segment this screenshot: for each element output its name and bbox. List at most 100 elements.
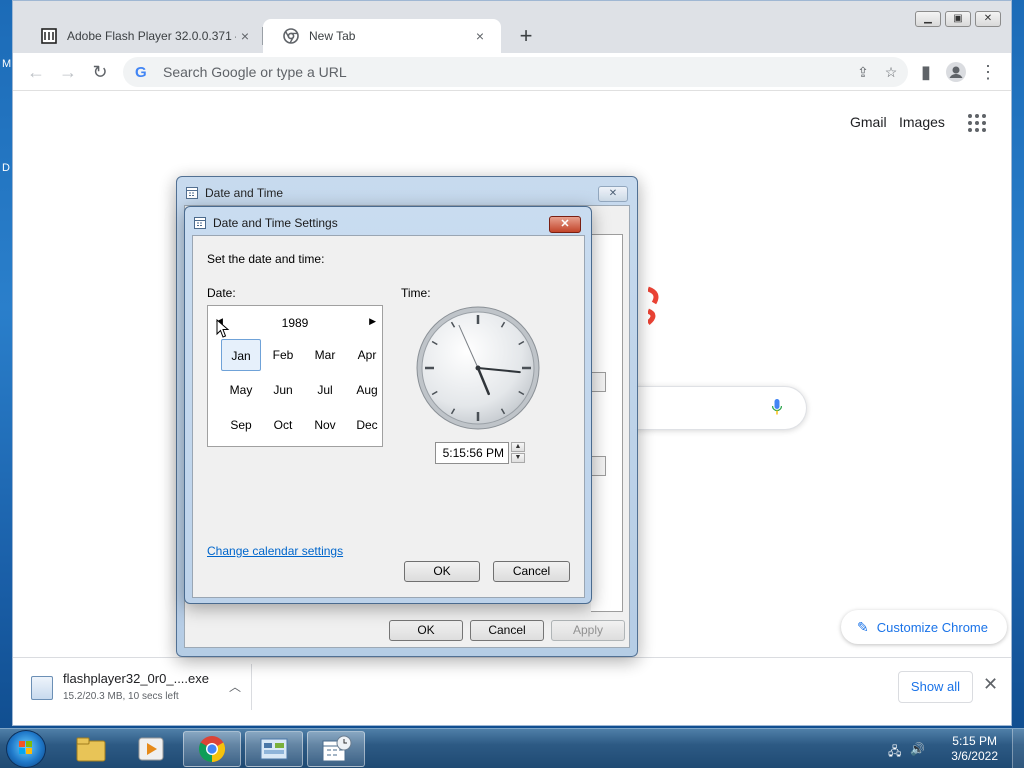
- close-button[interactable]: ✕: [549, 216, 581, 233]
- start-button[interactable]: [6, 730, 46, 768]
- reload-icon[interactable]: ↻: [87, 59, 113, 85]
- profile-avatar-icon[interactable]: [943, 59, 969, 85]
- maximize-button[interactable]: ▣: [945, 11, 971, 27]
- tab-title: Adobe Flash Player 32.0.0.371 – I: [67, 29, 236, 43]
- side-panel-icon[interactable]: ▮: [913, 59, 939, 85]
- chrome-icon: [283, 28, 299, 44]
- calendar-year[interactable]: 1989: [208, 316, 382, 330]
- close-icon[interactable]: ×: [236, 28, 254, 44]
- time-up-arrow-icon[interactable]: ▲: [511, 442, 525, 452]
- next-year-arrow-icon[interactable]: ▶: [369, 316, 376, 327]
- month-cell[interactable]: Nov: [305, 409, 345, 441]
- chevron-up-icon[interactable]: ︿: [229, 678, 241, 695]
- month-cell[interactable]: Jan: [221, 339, 261, 371]
- share-icon[interactable]: ⇪: [852, 61, 874, 83]
- date-time-settings-dialog: Date and Time Settings ✕ Set the date an…: [184, 206, 592, 604]
- download-file-name: flashplayer32_0r0_....exe: [63, 671, 209, 686]
- cancel-button[interactable]: Cancel: [470, 620, 544, 641]
- ok-button[interactable]: OK: [404, 561, 480, 582]
- month-cell[interactable]: Sep: [221, 409, 261, 441]
- calendar-control[interactable]: ◀ 1989 ▶ Jan Feb Mar Apr May Jun Jul Aug…: [207, 305, 383, 447]
- taskbar-date: 3/6/2022: [951, 749, 998, 763]
- taskbar-media-player[interactable]: [122, 731, 180, 767]
- network-icon[interactable]: 🖧: [888, 742, 902, 758]
- tab-title: New Tab: [309, 29, 356, 43]
- month-cell[interactable]: Dec: [347, 409, 387, 441]
- google-g-icon: G: [135, 63, 147, 81]
- apply-button[interactable]: Apply: [551, 620, 625, 641]
- forward-icon[interactable]: →: [55, 59, 81, 85]
- windows-logo-icon: [19, 741, 32, 754]
- installer-file-icon: [31, 676, 53, 700]
- divider: [251, 664, 252, 710]
- taskbar-control-panel[interactable]: [245, 731, 303, 767]
- gmail-link[interactable]: Gmail: [850, 114, 887, 130]
- time-down-arrow-icon[interactable]: ▼: [511, 453, 525, 463]
- dialog-body: Set the date and time: Date: Time: ◀ 198…: [192, 235, 585, 598]
- new-tab-button[interactable]: +: [513, 23, 539, 49]
- change-calendar-settings-link[interactable]: Change calendar settings: [207, 544, 343, 558]
- month-cell[interactable]: Apr: [347, 339, 387, 371]
- chrome-logo-icon: [198, 736, 226, 763]
- more-menu-icon[interactable]: ⋮: [975, 59, 1001, 85]
- tab-strip: Adobe Flash Player 32.0.0.371 – I × New …: [13, 1, 1011, 53]
- taskbar-clock[interactable]: 5:15 PM 3/6/2022: [951, 734, 998, 764]
- mouse-cursor-icon: [216, 319, 230, 338]
- control-panel-icon: [260, 738, 288, 760]
- taskbar-chrome[interactable]: [183, 731, 241, 767]
- google-search-box[interactable]: [635, 386, 807, 430]
- microphone-icon[interactable]: [772, 399, 782, 415]
- window-controls: ▁ ▣ ✕: [915, 11, 1001, 27]
- address-bar[interactable]: G Search Google or type a URL ⇪ ☆: [123, 57, 908, 87]
- calendar-clock-icon: [322, 735, 352, 762]
- back-icon[interactable]: ←: [23, 59, 49, 85]
- google-logo-fragment: [648, 286, 659, 325]
- calendar-clock-icon: [194, 217, 206, 229]
- analog-clock: [416, 306, 540, 430]
- tab-panel: [591, 234, 623, 612]
- customize-label: Customize Chrome: [876, 619, 988, 635]
- downloads-bar: flashplayer32_0r0_....exe 15.2/20.3 MB, …: [13, 657, 1011, 717]
- media-player-icon: [138, 737, 164, 761]
- instruction-text: Set the date and time:: [207, 252, 325, 266]
- close-button[interactable]: ✕: [598, 186, 628, 202]
- close-window-button[interactable]: ✕: [975, 11, 1001, 27]
- time-input[interactable]: 5:15:56 PM: [435, 442, 509, 464]
- download-item[interactable]: flashplayer32_0r0_....exe 15.2/20.3 MB, …: [23, 668, 253, 708]
- window-title: Date and Time: [205, 186, 284, 200]
- flash-archive-icon: [41, 28, 57, 44]
- browser-toolbar: ← → ↻ G Search Google or type a URL ⇪ ☆ …: [13, 53, 1011, 91]
- minimize-button[interactable]: ▁: [915, 11, 941, 27]
- month-cell[interactable]: Aug: [347, 374, 387, 406]
- month-cell[interactable]: Mar: [305, 339, 345, 371]
- taskbar-explorer[interactable]: [62, 731, 120, 767]
- date-label: Date:: [207, 286, 236, 300]
- bookmark-star-icon[interactable]: ☆: [880, 61, 902, 83]
- tab-flash-player[interactable]: Adobe Flash Player 32.0.0.371 – I ×: [21, 19, 266, 53]
- close-downloads-icon[interactable]: ✕: [983, 674, 998, 695]
- images-link[interactable]: Images: [899, 114, 945, 130]
- pencil-icon: ✎: [857, 618, 869, 635]
- taskbar-date-time[interactable]: [307, 731, 365, 767]
- customize-chrome-button[interactable]: ✎ Customize Chrome: [841, 610, 1007, 644]
- omnibox-placeholder: Search Google or type a URL: [163, 64, 347, 80]
- show-all-button[interactable]: Show all: [898, 671, 973, 703]
- omnibox-actions: ⇪ ☆: [852, 61, 902, 83]
- system-tray: 🖧 🔊 5:15 PM 3/6/2022: [884, 729, 1024, 768]
- download-status: 15.2/20.3 MB, 10 secs left: [63, 691, 179, 702]
- month-cell[interactable]: Oct: [263, 409, 303, 441]
- ok-button[interactable]: OK: [389, 620, 463, 641]
- month-cell[interactable]: May: [221, 374, 261, 406]
- month-cell[interactable]: Feb: [263, 339, 303, 371]
- close-icon[interactable]: ×: [471, 28, 489, 44]
- tab-new-tab[interactable]: New Tab ×: [263, 19, 501, 53]
- taskbar: 🖧 🔊 5:15 PM 3/6/2022: [0, 728, 1024, 768]
- show-desktop-button[interactable]: [1012, 729, 1024, 768]
- time-label: Time:: [401, 286, 431, 300]
- month-cell[interactable]: Jun: [263, 374, 303, 406]
- volume-icon[interactable]: 🔊: [910, 742, 925, 756]
- cancel-button[interactable]: Cancel: [493, 561, 570, 582]
- month-cell[interactable]: Jul: [305, 374, 345, 406]
- taskbar-time: 5:15 PM: [952, 734, 997, 748]
- google-apps-icon[interactable]: [966, 112, 988, 134]
